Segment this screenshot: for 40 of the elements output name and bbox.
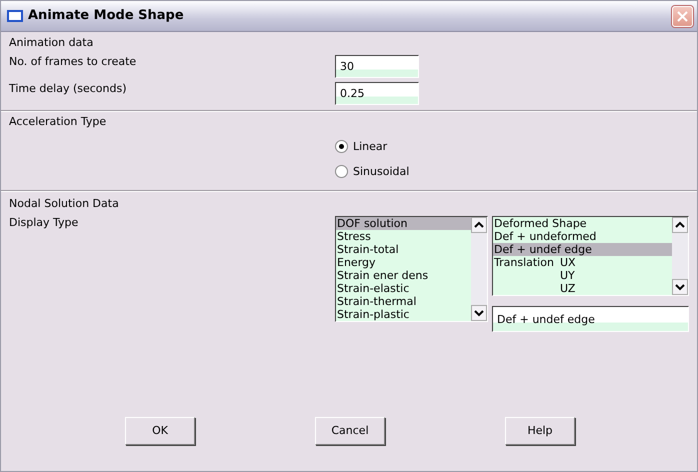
dialog-button[interactable]: Cancel bbox=[315, 417, 385, 445]
category-list[interactable]: DOF solution Stress Strain-total Energy Strain ener dens Strain-elastic Strain-thermal Strain-plastic bbox=[335, 216, 488, 322]
list-item[interactable]: Energy bbox=[336, 256, 471, 270]
radio-option[interactable]: Linear bbox=[335, 140, 689, 154]
list-item[interactable]: Strain-elastic bbox=[336, 282, 471, 296]
list-item[interactable]: Strain ener dens bbox=[336, 269, 471, 282]
section-heading: Nodal Solution Data bbox=[9, 197, 120, 210]
list-item[interactable]: Deformed Shape bbox=[493, 217, 672, 230]
field-label: No. of frames to create bbox=[9, 54, 138, 68]
window-title: Animate Mode Shape bbox=[28, 8, 185, 24]
radio-option[interactable]: Sinusoidal bbox=[335, 165, 689, 179]
list-item[interactable]: Strain-plastic bbox=[336, 308, 471, 322]
list-item[interactable]: Stress bbox=[336, 230, 471, 244]
radio-button[interactable] bbox=[335, 165, 348, 178]
radio-button[interactable] bbox=[335, 140, 348, 154]
dialog-button[interactable]: OK bbox=[125, 417, 195, 445]
radio-label: Linear bbox=[353, 140, 388, 154]
section-heading: Animation data bbox=[9, 36, 94, 50]
close-button[interactable] bbox=[672, 6, 693, 26]
input-field[interactable]: 0.25 bbox=[335, 82, 419, 105]
field-label: Time delay (seconds) bbox=[9, 82, 128, 95]
list-item[interactable]: UZ bbox=[493, 282, 672, 296]
scroll-bar[interactable] bbox=[672, 217, 688, 296]
list-item[interactable]: Translation UX bbox=[493, 256, 672, 270]
list-item[interactable]: Def + undeformed bbox=[493, 230, 672, 244]
radio-label: Sinusoidal bbox=[353, 165, 410, 179]
input-field[interactable]: 30 bbox=[335, 54, 419, 78]
list-item[interactable]: Def + undef edge bbox=[493, 243, 672, 256]
scroll-bar[interactable] bbox=[471, 217, 487, 322]
window-icon bbox=[7, 10, 23, 22]
list-item[interactable]: Strain-total bbox=[336, 243, 471, 256]
list-item[interactable]: DOF solution bbox=[336, 217, 471, 230]
field-label: Display Type bbox=[9, 216, 80, 232]
item-list[interactable]: Deformed Shape Def + undeformed Def + undef edge Translation UX UY UZ bbox=[492, 216, 689, 296]
list-item[interactable]: Strain-thermal bbox=[336, 295, 471, 308]
section-heading: Acceleration Type bbox=[9, 115, 108, 128]
close-icon bbox=[676, 10, 689, 22]
dialog-button[interactable]: Help bbox=[505, 417, 575, 445]
selection-field[interactable]: Def + undef edge bbox=[492, 306, 689, 332]
list-item[interactable]: UY bbox=[493, 269, 672, 282]
